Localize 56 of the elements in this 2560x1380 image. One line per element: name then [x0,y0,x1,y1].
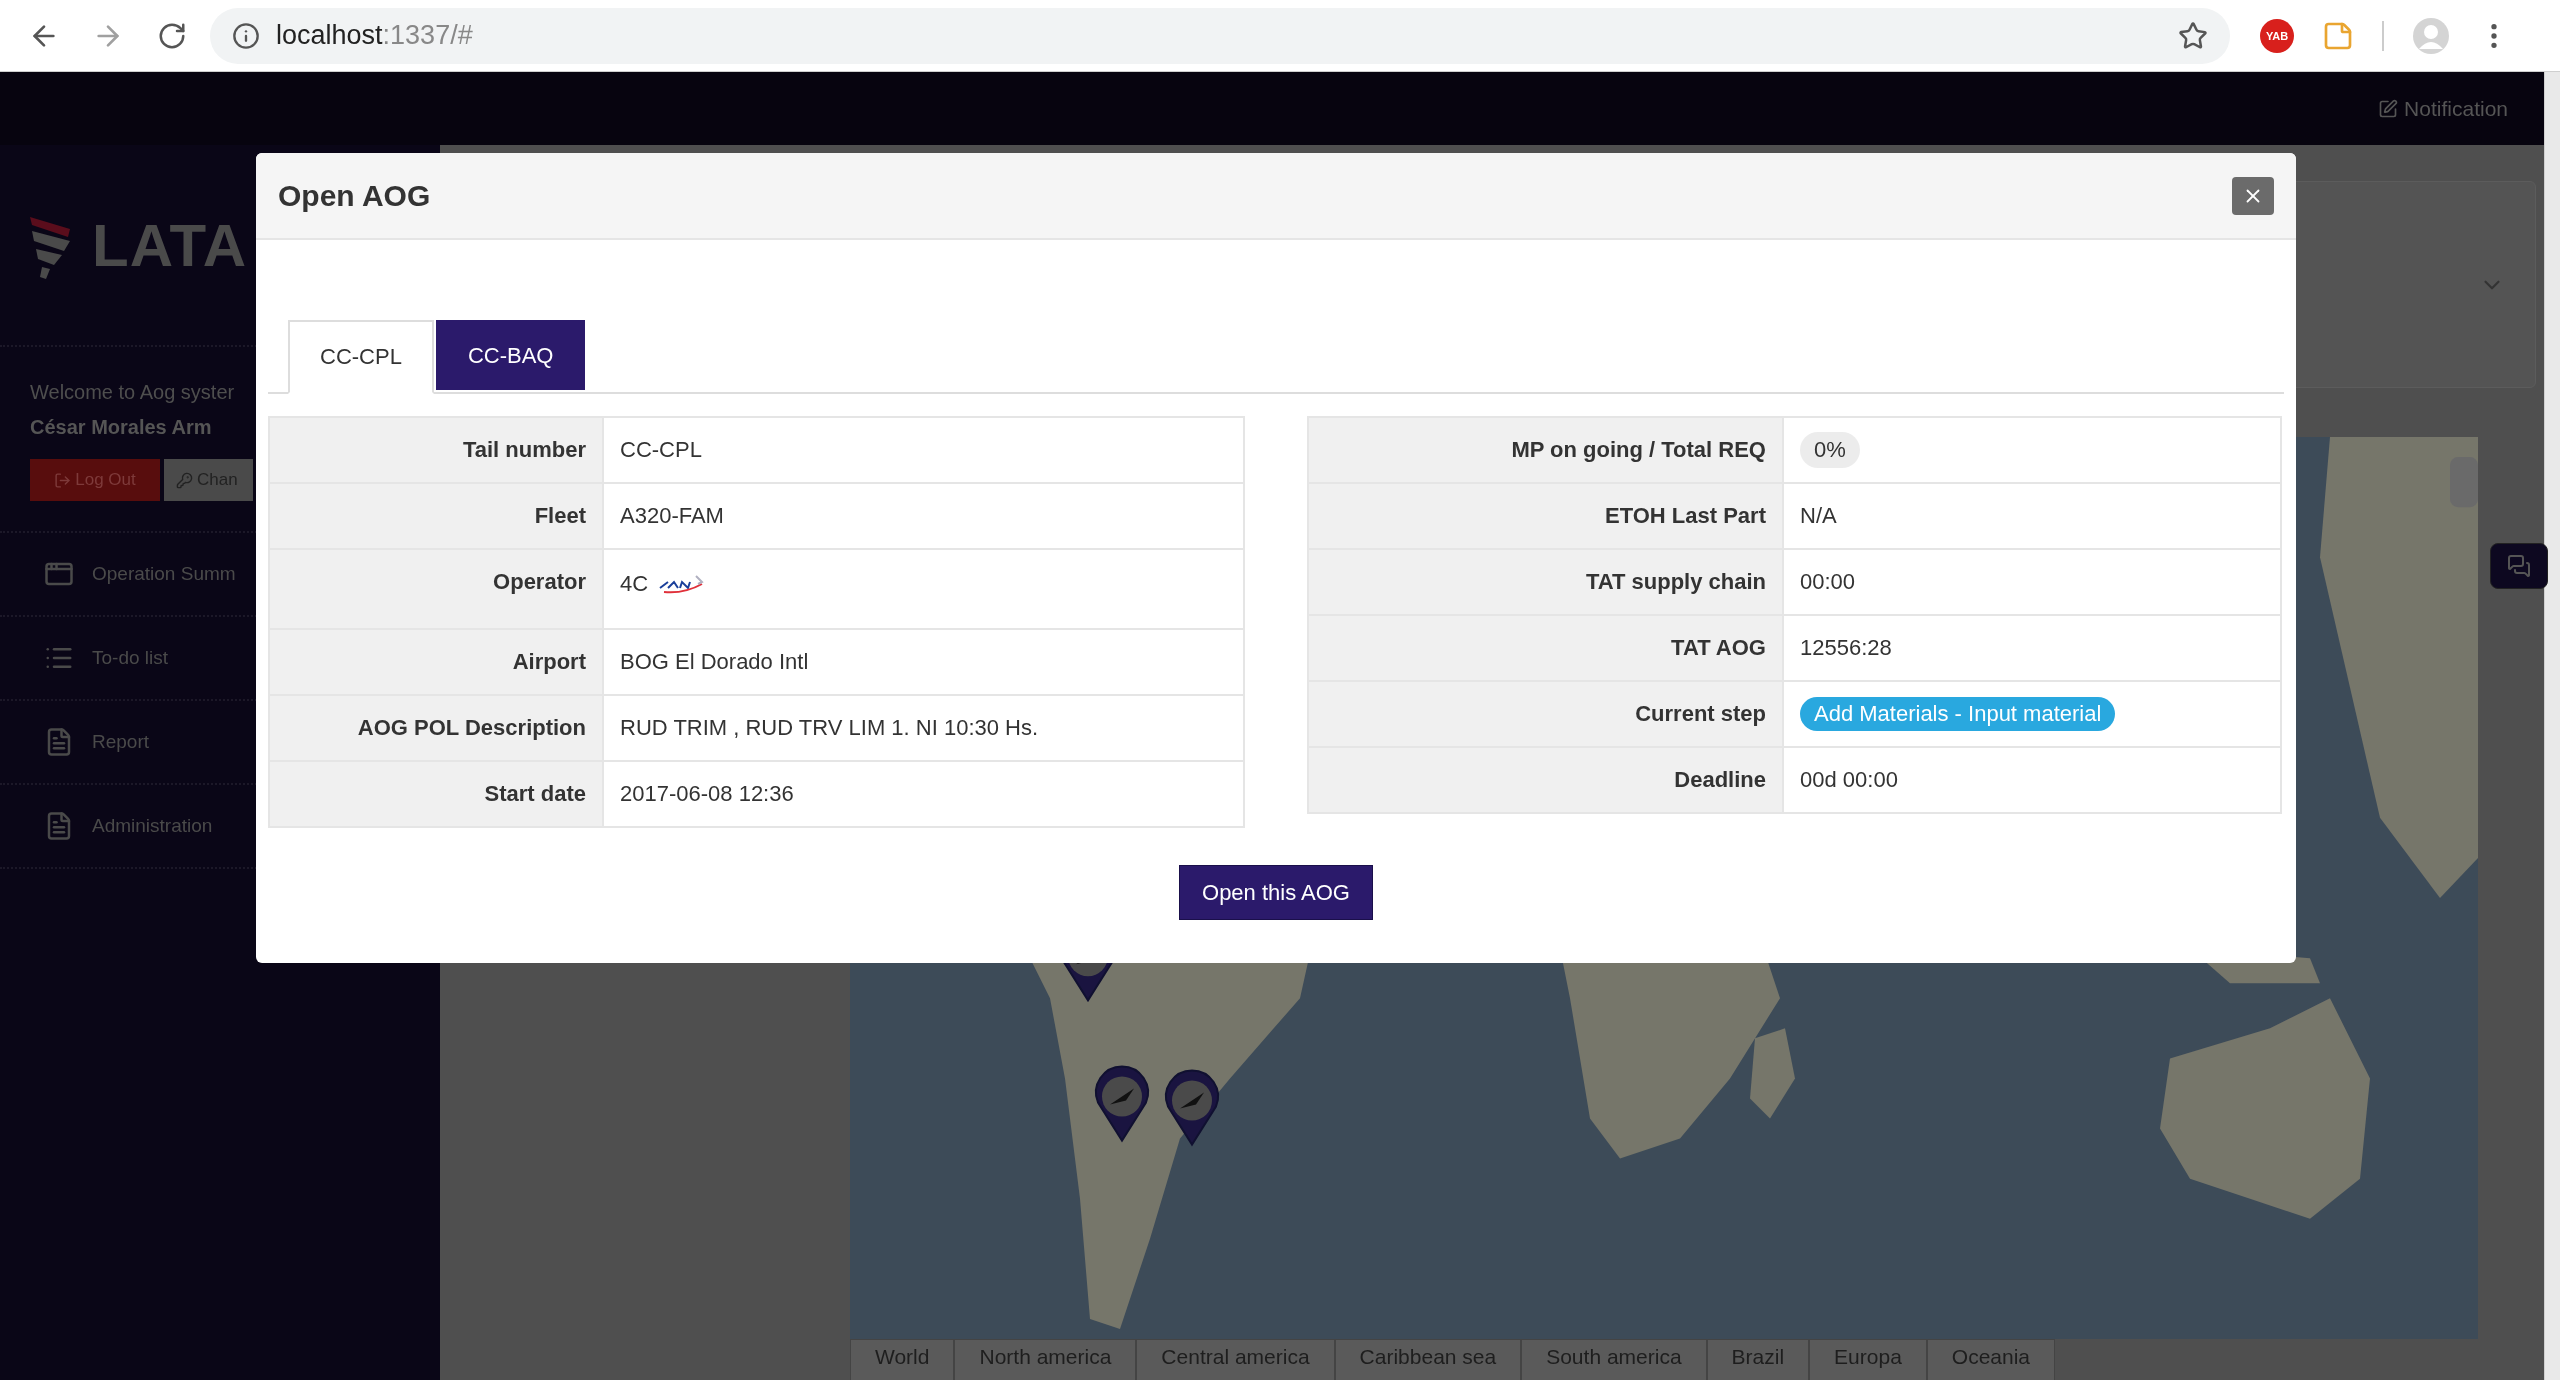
region-tab[interactable]: Oceania [1926,1339,2056,1380]
region-tab[interactable]: Central america [1136,1339,1335,1380]
region-tab[interactable]: South america [1521,1339,1707,1380]
field-label: Tail number [269,417,603,483]
open-aog-button[interactable]: Open this AOG [1179,865,1373,920]
cell-value: 2017-06-08 12:36 [620,781,794,806]
cell-value: A320-FAM [620,503,724,528]
field-label: Operator [269,549,603,629]
cell-value: RUD TRIM , RUD TRV LIM 1. NI 10:30 Hs. [620,715,1039,740]
field-label: AOG POL Description [269,695,603,761]
welcome-text: Welcome to Aog syster [30,381,236,404]
field-label: Start date [269,761,603,827]
field-label: ETOH Last Part [1308,483,1783,549]
sidebar-item-label[interactable]: Report [92,731,150,753]
sidebar-item-label[interactable]: Administration [92,815,213,837]
field-label: MP on going / Total REQ [1308,417,1783,483]
step-label: Add Materials - Input material [1800,697,2116,731]
field-label: Airport [269,629,603,695]
scrollbar[interactable] [2544,72,2560,1380]
region-tab[interactable]: Europa [1809,1339,1927,1380]
cell-value: 12556:28 [1800,635,1892,660]
extension-badge[interactable]: YAB [2260,18,2294,53]
region-tab[interactable]: World [850,1339,955,1380]
modal-title: Open AOG [278,178,431,213]
edit-icon [2378,98,2399,119]
notification-link[interactable]: Notification [2378,96,2508,121]
tab[interactable]: CC-CPL [288,320,434,394]
logo-text: LATA [92,210,248,280]
cell-value: N/A [1800,503,1837,528]
close-button[interactable] [2232,176,2274,215]
field-label: Current step [1308,681,1783,747]
bookmark-star-icon[interactable] [2178,20,2208,51]
region-tab[interactable]: Caribbean sea [1334,1339,1522,1380]
field-label: Deadline [1308,747,1783,813]
cell-value: CC-CPL [620,437,702,462]
field-label: Fleet [269,483,603,549]
cell-value: 4C [620,571,649,597]
key-icon [176,471,193,489]
sidebar-item-label[interactable]: Operation Summ [92,563,236,585]
info-icon[interactable] [232,21,260,50]
user-name: César Morales Arm [30,416,213,439]
region-tab[interactable]: North america [954,1339,1137,1380]
logout-icon [54,471,72,489]
notification-label[interactable]: Notification [2404,96,2508,121]
tab[interactable]: CC-BAQ [435,320,586,390]
cell-value: 00d 00:00 [1800,767,1898,792]
chat-button[interactable] [2490,543,2548,589]
chat-icon [2507,554,2531,578]
cell-value: BOG El Dorado Intl [620,649,809,674]
region-tab[interactable]: Brazil [1706,1339,1810,1380]
percent-badge: 0% [1800,432,1860,468]
field-label: TAT supply chain [1308,549,1783,615]
address-bar[interactable]: localhost:1337/# [210,7,2230,64]
cell-value: 00:00 [1800,569,1856,594]
sidebar-item-label[interactable]: To-do list [92,647,169,669]
field-label: TAT AOG [1308,615,1783,681]
